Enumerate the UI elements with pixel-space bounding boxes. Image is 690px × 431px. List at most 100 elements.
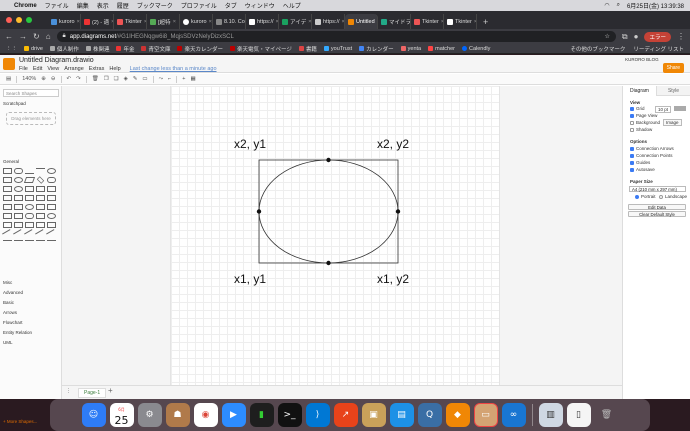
category-arrows[interactable]: Arrows	[3, 310, 17, 315]
finder-icon[interactable]: ☺	[81, 403, 106, 427]
screenshot-icon[interactable]: ▥	[538, 403, 563, 427]
trash-icon[interactable]: 🗑︎	[595, 403, 619, 427]
radio-icon[interactable]	[659, 194, 663, 199]
image-button[interactable]: Image	[663, 119, 682, 126]
back-icon[interactable]: ←	[5, 32, 13, 41]
last-change-link[interactable]: Last change less than a minute ago	[130, 66, 217, 72]
bookmark-item[interactable]: youTrust	[323, 46, 352, 52]
checkbox-checked-icon[interactable]	[630, 106, 634, 111]
more-shapes-button[interactable]: + More Shapes...	[3, 419, 37, 424]
arrow-shape[interactable]	[24, 229, 35, 239]
checkbox-checked-icon[interactable]	[630, 160, 634, 165]
link-shape[interactable]	[36, 240, 45, 246]
browser-tab[interactable]: Tkinter ×	[411, 14, 444, 29]
triangle-shape[interactable]	[3, 186, 12, 192]
vscode-icon[interactable]: ⟩	[305, 403, 330, 427]
home-icon[interactable]: ⌂	[46, 32, 51, 41]
bookmark-item[interactable]: 書籍	[298, 45, 317, 53]
browser-tab[interactable]: kuroro ×	[180, 14, 213, 29]
extension-icon[interactable]: ⧉	[622, 32, 628, 42]
curve-shape[interactable]	[46, 229, 57, 239]
trapezoid-shape[interactable]	[25, 195, 34, 201]
rounded-rectangle-shape[interactable]	[14, 168, 23, 174]
tape-shape[interactable]	[36, 195, 45, 201]
diamond-shape[interactable]	[36, 176, 45, 184]
browser-tab[interactable]: https://×	[312, 14, 345, 29]
error-badge[interactable]: エラー	[644, 31, 671, 42]
zoom-in-icon[interactable]: ⊕	[41, 76, 46, 82]
paper-size-select[interactable]: A4 (210 mm x 297 mm)	[629, 186, 686, 192]
shadow-option[interactable]: Shadow	[630, 127, 652, 132]
checkbox-checked-icon[interactable]	[630, 167, 634, 172]
card-shape[interactable]	[3, 204, 12, 210]
pages-menu-icon[interactable]: ⋮	[66, 388, 71, 394]
url-bar[interactable]: 🔒︎ app.diagrams.net/#G1IHEGNqgw6i8_MqjsS…	[56, 31, 616, 42]
to-front-icon[interactable]: ❐	[104, 76, 109, 82]
line-color-icon[interactable]: ✎	[133, 76, 138, 82]
bookmark-item[interactable]: カレンダー	[359, 45, 394, 53]
grid-color-swatch[interactable]	[674, 106, 686, 111]
bidirectional-arrow-shape[interactable]	[35, 229, 46, 239]
browser-tab[interactable]: Tkinter ×	[444, 14, 477, 29]
menu-view[interactable]: 表示	[97, 1, 109, 10]
connection-points-option[interactable]: Connection Points	[630, 153, 673, 158]
multi-page-shape[interactable]	[14, 222, 23, 228]
clock[interactable]: 6月25日(金) 13:39:38	[627, 1, 684, 10]
menu-view[interactable]: View	[47, 66, 59, 72]
connection-point[interactable]	[326, 157, 331, 163]
browser-tab[interactable]: マイドラ×	[378, 14, 411, 29]
lock-icon[interactable]: 🔒︎	[63, 33, 66, 40]
cube-shape[interactable]	[3, 195, 12, 201]
user-name[interactable]: KURORO BLOG	[625, 57, 659, 62]
docker-icon[interactable]: ▤	[389, 403, 414, 427]
calendar-app-icon[interactable]: 6月 25	[109, 403, 134, 427]
chrome-icon[interactable]: ◉	[193, 403, 218, 427]
callout-shape[interactable]	[14, 204, 23, 210]
bracket-shape[interactable]	[25, 222, 34, 228]
menu-chrome[interactable]: Chrome	[14, 3, 37, 9]
category-flowchart[interactable]: Flowchart	[3, 320, 23, 325]
half-circle-shape[interactable]	[47, 222, 56, 228]
menu-file[interactable]: ファイル	[45, 1, 69, 10]
menu-help[interactable]: ヘルプ	[283, 1, 301, 10]
more-icon[interactable]: ⋮	[677, 32, 685, 41]
checkbox-icon[interactable]	[630, 120, 634, 125]
terminal-icon[interactable]: ▮	[249, 403, 274, 427]
document-icon[interactable]: ▯	[566, 403, 591, 427]
document-title[interactable]: Untitled Diagram.drawio	[19, 57, 94, 64]
fill-color-icon[interactable]: ◈	[124, 76, 128, 82]
page-shape[interactable]	[3, 222, 12, 228]
forward-icon[interactable]: →	[19, 32, 27, 41]
bookmark-item[interactable]: Calendly	[461, 46, 490, 52]
autosave-option[interactable]: Autosave	[630, 167, 655, 172]
connection-point[interactable]	[256, 209, 262, 214]
add-page-icon[interactable]: +	[108, 386, 113, 395]
connection-point[interactable]	[326, 260, 331, 266]
connection-icon[interactable]: ⤳	[159, 76, 163, 83]
category-entity-relation[interactable]: Entity Relation	[3, 330, 32, 335]
dashed-line-shape[interactable]	[13, 229, 24, 239]
reading-list[interactable]: リーディング リスト	[633, 45, 684, 53]
bookmark-item[interactable]: 楽天電気・マイページ	[230, 45, 292, 53]
internal-storage-shape[interactable]	[47, 186, 56, 192]
close-window-icon[interactable]	[6, 17, 12, 23]
delay-shape[interactable]	[36, 213, 45, 219]
checkbox-checked-icon[interactable]	[630, 113, 634, 118]
menu-history[interactable]: 履歴	[117, 1, 129, 10]
menu-edit[interactable]: Edit	[33, 66, 42, 72]
checkbox-checked-icon[interactable]	[630, 146, 634, 151]
diagram-canvas[interactable]: x2, y1 x2, y2 x1, y1 x1, y2	[170, 86, 500, 386]
connection-point[interactable]	[395, 209, 401, 214]
ellipse-shape[interactable]	[47, 168, 56, 174]
data-storage-shape[interactable]	[14, 213, 23, 219]
reload-icon[interactable]: ↻	[33, 32, 40, 41]
sidebar-toggle-icon[interactable]: ▤	[6, 76, 11, 82]
share-button[interactable]: Share	[662, 63, 684, 73]
ellipse-shape[interactable]	[258, 159, 399, 264]
menu-edit[interactable]: 編集	[77, 1, 89, 10]
bookmark-item[interactable]: 個人制作	[49, 45, 79, 53]
textbox-shape[interactable]	[36, 168, 45, 174]
browser-tab[interactable]: Tkinter ×	[114, 14, 147, 29]
checkbox-checked-icon[interactable]	[630, 153, 634, 158]
menu-help[interactable]: Help	[109, 66, 120, 72]
